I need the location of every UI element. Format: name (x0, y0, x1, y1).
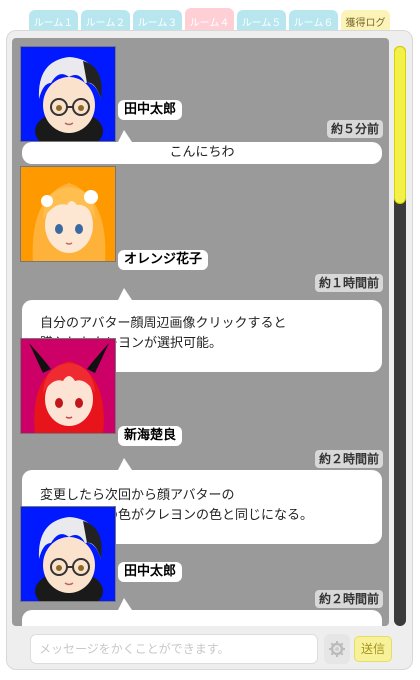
send-button[interactable]: 送信 (354, 636, 392, 662)
orange-hair-girl-icon (21, 167, 115, 261)
message-time: 約１時間前 (314, 274, 383, 292)
chat-message: 田中太郎 約２時間前 (12, 506, 389, 626)
sender-name: オレンジ花子 (118, 250, 209, 270)
tab-room-1[interactable]: ルーム１ (29, 10, 78, 32)
message-bubble (22, 598, 382, 626)
chat-message: オレンジ花子 約１時間前 自分のアバター顔周辺画像クリックすると 購入したクレヨ… (12, 166, 389, 372)
message-bubble: こんにちわ (22, 130, 382, 164)
red-hair-horned-girl-icon (21, 339, 115, 433)
silver-hair-glasses-boy-icon (21, 507, 115, 601)
message-input[interactable] (30, 634, 318, 664)
avatar[interactable] (20, 338, 116, 434)
scrollbar-thumb[interactable] (394, 46, 406, 204)
sender-name: 田中太郎 (118, 562, 183, 582)
crayon-select-button[interactable] (324, 634, 350, 664)
chat-message: 新海楚良 約２時間前 変更したら次回から顔アバターの 後ろの背景の色がクレヨンの… (12, 338, 389, 544)
chat-message: 田中太郎 約５分前 こんにちわ (12, 38, 389, 168)
sender-name: 田中太郎 (118, 100, 183, 120)
silver-hair-glasses-boy-icon (21, 47, 115, 141)
tab-room-2[interactable]: ルーム２ (81, 10, 130, 32)
message-time: 約５分前 (326, 120, 383, 138)
message-text-line-1: 自分のアバター顔周辺画像クリックすると (40, 316, 287, 331)
message-time: 約２時間前 (314, 450, 383, 468)
avatar[interactable] (20, 166, 116, 262)
sender-name: 新海楚良 (118, 426, 183, 446)
chat-scrollbar[interactable] (394, 46, 406, 626)
tab-acquisition-log[interactable]: 獲得ログ (341, 10, 390, 32)
message-time: 約２時間前 (314, 590, 383, 608)
tab-room-3[interactable]: ルーム３ (133, 10, 182, 32)
tab-room-6[interactable]: ルーム６ (289, 10, 338, 32)
avatar[interactable] (20, 506, 116, 602)
chat-log: 田中太郎 約５分前 こんにちわ オレンジ花子 約１時間前 自分のアバター顔周辺画… (12, 38, 389, 626)
tab-room-5[interactable]: ルーム５ (237, 10, 286, 32)
message-text-line-1: 変更したら次回から顔アバターの (40, 488, 235, 503)
message-text: こんにちわ (169, 145, 235, 160)
gear-icon (329, 641, 345, 657)
message-compose: 送信 (30, 634, 392, 664)
avatar[interactable] (20, 46, 116, 142)
